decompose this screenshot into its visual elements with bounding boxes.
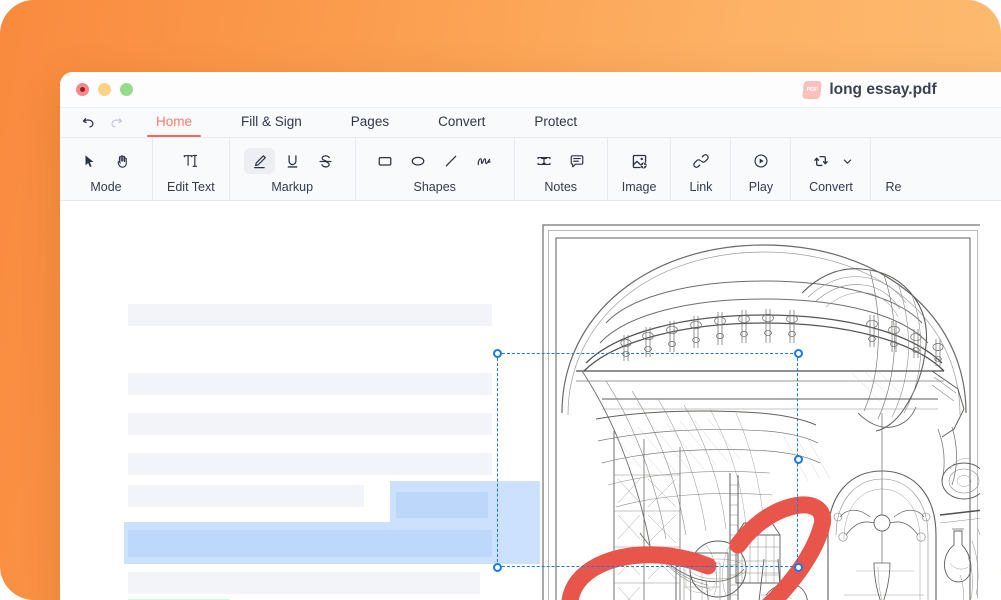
highlighter-button[interactable]: [244, 148, 275, 174]
ribbon-group-truncated: Re: [871, 138, 915, 200]
link-button[interactable]: [685, 148, 716, 174]
ribbon-group-label-shapes: Shapes: [414, 180, 456, 194]
strikethrough-button[interactable]: [310, 148, 341, 174]
comment-button[interactable]: [562, 148, 593, 174]
tab-convert[interactable]: Convert: [438, 110, 485, 135]
tab-home[interactable]: Home: [156, 110, 192, 135]
window-title: long essay.pdf: [829, 81, 936, 99]
rectangle-shape-button[interactable]: [370, 148, 401, 174]
traffic-light-controls: [76, 83, 133, 96]
text-box-icon: [535, 152, 553, 170]
ellipse-icon: [409, 152, 427, 170]
ribbon-group-edit-text: Edit Text: [153, 138, 230, 200]
text-line: [128, 413, 492, 435]
tab-pages[interactable]: Pages: [351, 110, 389, 135]
chevron-down-icon: [841, 155, 854, 168]
add-image-button[interactable]: [624, 148, 655, 174]
selection-handle-top-left[interactable]: [493, 349, 502, 358]
renaissance-engraving-illustration[interactable]: [540, 223, 980, 600]
ribbon-group-label-edit-text: Edit Text: [167, 180, 215, 194]
ribbon-toolbar: Mode Edit Text: [60, 138, 1001, 201]
document-canvas[interactable]: [60, 201, 1001, 600]
undo-button[interactable]: [74, 111, 102, 135]
ribbon-group-mode: Mode: [60, 138, 153, 200]
rectangle-icon: [376, 152, 394, 170]
line-icon: [442, 152, 460, 170]
highlighter-pen-icon: [251, 153, 268, 170]
ribbon-group-label-notes: Notes: [544, 180, 577, 194]
text-line: [128, 485, 364, 507]
app-window: PDF long essay.pdf Home Fill & Sign: [60, 72, 1001, 600]
ribbon-tabbar: Home Fill & Sign Pages Convert Protect: [60, 107, 1001, 138]
ribbon-group-image: Image: [608, 138, 672, 200]
ribbon-group-label-play: Play: [749, 180, 773, 194]
freehand-shape-button[interactable]: [469, 148, 500, 174]
minimize-button-icon[interactable]: [98, 83, 111, 96]
ellipse-shape-button[interactable]: [403, 148, 434, 174]
cursor-arrow-button[interactable]: [74, 148, 105, 174]
ribbon-group-convert: Convert: [791, 138, 871, 200]
ribbon-group-link: Link: [671, 138, 731, 200]
redo-button[interactable]: [102, 111, 130, 135]
text-line: [128, 572, 480, 594]
play-button[interactable]: [745, 148, 776, 174]
highlighted-text-bar: [128, 530, 492, 557]
tab-list: Home Fill & Sign Pages Convert Protect: [156, 110, 626, 135]
text-line: [128, 373, 492, 395]
add-image-icon: [630, 152, 649, 171]
hand-pan-button[interactable]: [107, 148, 138, 174]
strikethrough-icon: [317, 153, 334, 170]
ribbon-group-label-convert: Convert: [809, 180, 853, 194]
hand-icon: [114, 153, 131, 170]
link-chain-icon: [692, 152, 710, 170]
convert-arrows-icon: [812, 152, 830, 170]
ribbon-group-label-link: Link: [690, 180, 713, 194]
tab-protect[interactable]: Protect: [534, 110, 577, 135]
text-cursor-icon: [181, 152, 201, 170]
edit-text-button[interactable]: [175, 148, 206, 174]
highlighted-text-bar: [396, 492, 488, 518]
window-title-group: PDF long essay.pdf: [60, 72, 1001, 107]
ribbon-group-label-image: Image: [622, 180, 657, 194]
line-shape-button[interactable]: [436, 148, 467, 174]
convert-button[interactable]: [805, 148, 836, 174]
tab-fill-sign[interactable]: Fill & Sign: [241, 110, 302, 135]
play-circle-icon: [752, 152, 770, 170]
maximize-button-icon[interactable]: [120, 83, 133, 96]
ribbon-group-shapes: Shapes: [356, 138, 515, 200]
pdf-file-icon: PDF: [802, 81, 822, 99]
ribbon-group-play: Play: [731, 138, 791, 200]
text-line: [128, 453, 492, 475]
ribbon-group-label-markup: Markup: [271, 180, 313, 194]
scribble-icon: [475, 152, 493, 170]
engraving-artwork: [540, 223, 980, 600]
ribbon-group-markup: Markup: [230, 138, 356, 200]
ribbon-group-notes: Notes: [515, 138, 608, 200]
comment-icon: [568, 152, 586, 170]
ribbon-group-label-truncated: Re: [885, 180, 901, 194]
undo-arrow-icon: [80, 114, 97, 131]
underline-button[interactable]: [277, 148, 308, 174]
text-box-button[interactable]: [529, 148, 560, 174]
convert-dropdown-button[interactable]: [838, 148, 856, 174]
cursor-arrow-icon: [81, 153, 98, 170]
screen: PDF long essay.pdf Home Fill & Sign: [0, 0, 1001, 600]
window-titlebar: PDF long essay.pdf: [60, 72, 1001, 107]
ribbon-group-label-mode: Mode: [90, 180, 121, 194]
close-button-icon[interactable]: [76, 83, 89, 96]
redo-arrow-icon: [108, 114, 125, 131]
text-line: [128, 304, 492, 326]
underline-icon: [284, 153, 301, 170]
